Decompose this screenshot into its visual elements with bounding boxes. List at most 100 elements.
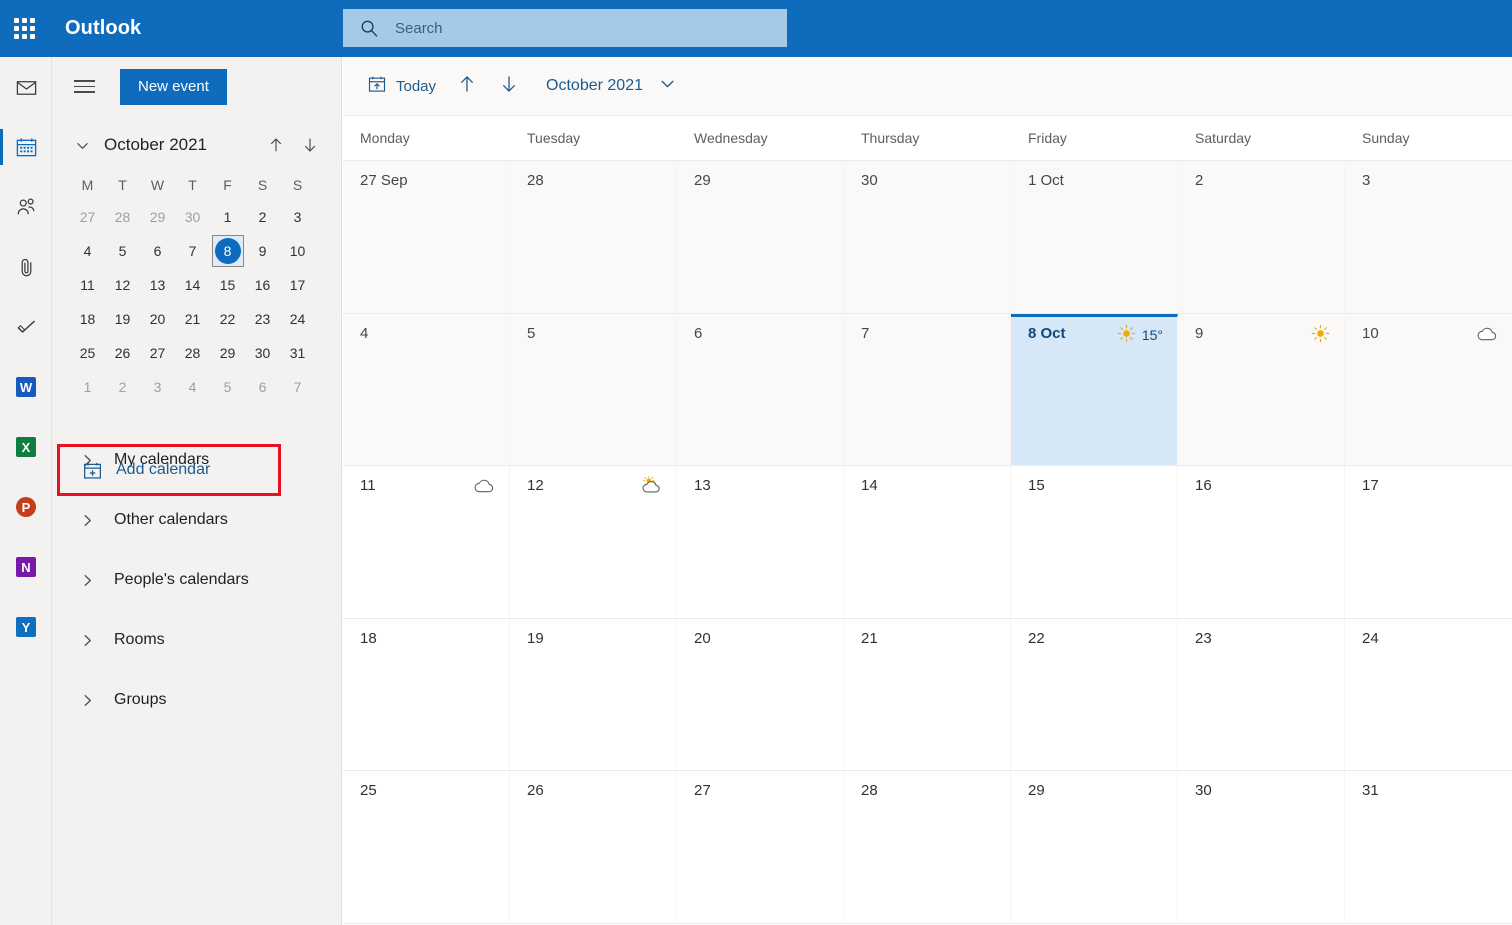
- calendar-day-cell[interactable]: 29: [1011, 771, 1178, 923]
- mini-day-cell[interactable]: 19: [105, 302, 140, 336]
- calendar-day-cell[interactable]: 10: [1345, 313, 1512, 466]
- mini-day-cell[interactable]: 5: [105, 234, 140, 268]
- rail-item-mail[interactable]: [0, 57, 52, 117]
- mini-day-cell[interactable]: 27: [70, 200, 105, 234]
- calendar-day-cell[interactable]: 23: [1178, 618, 1345, 771]
- rail-item-calendar[interactable]: [0, 117, 52, 177]
- today-button[interactable]: Today: [357, 68, 446, 104]
- month-picker-button[interactable]: [647, 68, 689, 104]
- mini-day-cell[interactable]: 28: [175, 336, 210, 370]
- calendar-day-cell[interactable]: 31: [1345, 771, 1512, 923]
- calendar-group-people-s-calendars[interactable]: People's calendars: [52, 550, 341, 610]
- mini-day-cell[interactable]: 22: [210, 302, 245, 336]
- calendar-day-cell[interactable]: 28: [510, 161, 677, 313]
- mini-day-cell[interactable]: 2: [105, 370, 140, 404]
- mini-day-cell[interactable]: 25: [70, 336, 105, 370]
- new-event-button[interactable]: New event: [120, 68, 227, 105]
- mini-day-cell[interactable]: 29: [210, 336, 245, 370]
- calendar-day-cell[interactable]: 28: [844, 771, 1011, 923]
- calendar-group-rooms[interactable]: Rooms: [52, 610, 341, 670]
- mini-day-cell[interactable]: 9: [245, 234, 280, 268]
- calendar-day-cell[interactable]: 16: [1178, 466, 1345, 618]
- previous-period-button[interactable]: [446, 68, 488, 104]
- mini-day-cell[interactable]: 5: [210, 370, 245, 404]
- current-month-label[interactable]: October 2021: [546, 77, 643, 95]
- mini-day-cell[interactable]: 6: [245, 370, 280, 404]
- rail-item-excel[interactable]: X: [0, 417, 52, 477]
- rail-item-to-do[interactable]: [0, 297, 52, 357]
- mini-prev-month-arrow-up-icon[interactable]: [261, 130, 291, 160]
- calendar-day-cell[interactable]: 3: [1345, 161, 1512, 313]
- calendar-day-cell[interactable]: 29: [677, 161, 844, 313]
- mini-day-cell[interactable]: 14: [175, 268, 210, 302]
- calendar-day-cell[interactable]: 5: [510, 313, 677, 466]
- mini-day-cell[interactable]: 1: [210, 200, 245, 234]
- rail-item-yammer[interactable]: Y: [0, 597, 52, 657]
- hamburger-menu-icon[interactable]: [74, 80, 102, 93]
- calendar-day-cell[interactable]: 15: [1011, 466, 1178, 618]
- mini-day-cell[interactable]: 24: [280, 302, 315, 336]
- mini-day-cell[interactable]: 30: [245, 336, 280, 370]
- calendar-day-cell[interactable]: 14: [844, 466, 1011, 618]
- calendar-day-cell[interactable]: 20: [677, 618, 844, 771]
- mini-day-cell[interactable]: 28: [105, 200, 140, 234]
- mini-day-cell[interactable]: 10: [280, 234, 315, 268]
- mini-day-cell[interactable]: 7: [175, 234, 210, 268]
- calendar-day-cell-selected[interactable]: 8 Oct 15°: [1011, 313, 1178, 466]
- app-launcher-button[interactable]: [0, 0, 48, 57]
- calendar-day-cell[interactable]: 4: [343, 313, 510, 466]
- mini-day-cell[interactable]: 29: [140, 200, 175, 234]
- calendar-day-cell[interactable]: 11: [343, 466, 510, 618]
- calendar-day-cell[interactable]: 27: [677, 771, 844, 923]
- mini-day-cell[interactable]: 2: [245, 200, 280, 234]
- mini-day-cell[interactable]: 21: [175, 302, 210, 336]
- calendar-day-cell[interactable]: 6: [677, 313, 844, 466]
- rail-item-word[interactable]: W: [0, 357, 52, 417]
- next-period-button[interactable]: [488, 68, 530, 104]
- mini-day-cell[interactable]: 4: [70, 234, 105, 268]
- rail-item-people[interactable]: [0, 177, 52, 237]
- calendar-day-cell[interactable]: 1 Oct: [1011, 161, 1178, 313]
- mini-day-cell[interactable]: 18: [70, 302, 105, 336]
- search-input[interactable]: [395, 10, 775, 46]
- add-calendar-button[interactable]: Add calendar: [60, 447, 278, 493]
- rail-item-files[interactable]: [0, 237, 52, 297]
- mini-next-month-arrow-down-icon[interactable]: [295, 130, 325, 160]
- mini-day-cell[interactable]: 1: [70, 370, 105, 404]
- chevron-down-icon[interactable]: [68, 131, 96, 159]
- calendar-day-cell[interactable]: 2: [1178, 161, 1345, 313]
- calendar-day-cell[interactable]: 18: [343, 618, 510, 771]
- mini-day-cell[interactable]: 31: [280, 336, 315, 370]
- mini-day-cell[interactable]: 3: [140, 370, 175, 404]
- calendar-day-cell[interactable]: 26: [510, 771, 677, 923]
- mini-day-cell[interactable]: 30: [175, 200, 210, 234]
- calendar-group-other-calendars[interactable]: Other calendars: [52, 490, 341, 550]
- calendar-day-cell[interactable]: 13: [677, 466, 844, 618]
- mini-day-cell[interactable]: 7: [280, 370, 315, 404]
- mini-day-cell[interactable]: 15: [210, 268, 245, 302]
- mini-day-cell[interactable]: 27: [140, 336, 175, 370]
- mini-day-cell[interactable]: 6: [140, 234, 175, 268]
- mini-day-cell[interactable]: 23: [245, 302, 280, 336]
- mini-day-cell[interactable]: 4: [175, 370, 210, 404]
- calendar-day-cell[interactable]: 12: [510, 466, 677, 618]
- mini-day-cell[interactable]: 26: [105, 336, 140, 370]
- search-box[interactable]: [343, 9, 787, 47]
- mini-day-cell[interactable]: 20: [140, 302, 175, 336]
- rail-item-onenote[interactable]: N: [0, 537, 52, 597]
- calendar-day-cell[interactable]: 19: [510, 618, 677, 771]
- calendar-day-cell[interactable]: 9: [1178, 313, 1345, 466]
- mini-day-cell[interactable]: 17: [280, 268, 315, 302]
- mini-day-today[interactable]: 8: [211, 235, 244, 267]
- calendar-day-cell[interactable]: 21: [844, 618, 1011, 771]
- calendar-day-cell[interactable]: 7: [844, 313, 1011, 466]
- calendar-group-groups[interactable]: Groups: [52, 670, 341, 730]
- calendar-day-cell[interactable]: 22: [1011, 618, 1178, 771]
- mini-day-cell[interactable]: 12: [105, 268, 140, 302]
- mini-day-cell[interactable]: 11: [70, 268, 105, 302]
- calendar-day-cell[interactable]: 30: [844, 161, 1011, 313]
- calendar-day-cell[interactable]: 17: [1345, 466, 1512, 618]
- calendar-day-cell[interactable]: 30: [1178, 771, 1345, 923]
- calendar-day-cell[interactable]: 27 Sep: [343, 161, 510, 313]
- rail-item-powerpoint[interactable]: P: [0, 477, 52, 537]
